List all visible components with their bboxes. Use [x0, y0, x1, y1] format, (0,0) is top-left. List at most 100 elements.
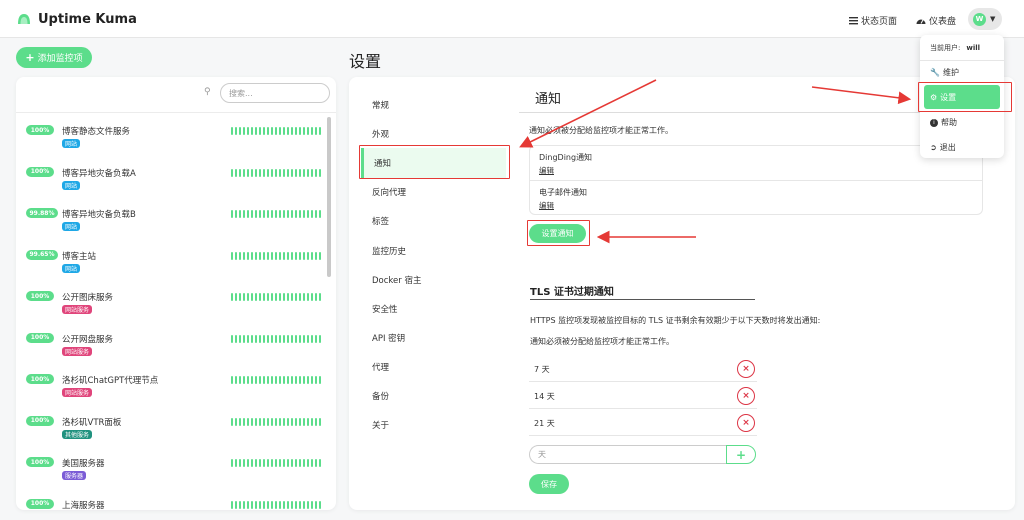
tachometer-icon	[916, 19, 926, 24]
search-icon: ⚲	[204, 87, 211, 97]
uptime-badge: 99.88%	[26, 208, 58, 218]
tls-day-row: 21 天 ×	[529, 410, 757, 436]
heartbeat-bar	[231, 210, 321, 218]
tls-day-row: 7 天 ×	[529, 356, 757, 382]
heartbeat-bar	[231, 500, 321, 509]
settings-menu-item[interactable]: 通知	[374, 157, 391, 169]
plus-icon: +	[25, 51, 35, 64]
list-item[interactable]: 99.88% 博客异地灾备负载B 网站	[16, 198, 326, 240]
monitor-tag: 其他服务	[62, 429, 93, 439]
uptime-kuma-logo-icon[interactable]	[16, 11, 32, 27]
settings-menu-item[interactable]: 备份	[372, 390, 389, 402]
settings-menu-item[interactable]: 关于	[372, 419, 389, 431]
dashboard-label: 仪表盘	[929, 17, 957, 27]
tls-day-value: 7 天	[534, 365, 550, 374]
status-page-link[interactable]: 状态页面	[849, 14, 897, 27]
dashboard-link[interactable]: 仪表盘	[916, 14, 956, 27]
logout-icon: ➲	[930, 143, 937, 152]
settings-menu-item[interactable]: 标签	[372, 215, 389, 227]
heartbeat-bar	[231, 127, 321, 135]
scrollbar[interactable]	[327, 117, 331, 277]
page-title: 设置	[349, 52, 382, 71]
caret-down-icon: ▼	[990, 15, 996, 23]
monitor-list-panel: ⚲ 搜索... 100% 博客静态文件服务 网站 100% 博客异地灾备负载A 网站 99.…	[16, 77, 336, 510]
add-monitor-button[interactable]: + 添加监控项	[16, 47, 92, 68]
search-input[interactable]: 搜索...	[220, 83, 330, 103]
settings-menu-item[interactable]: 监控历史	[372, 245, 406, 257]
heartbeat-bar	[231, 334, 321, 343]
gear-icon: ⚙	[930, 93, 938, 102]
monitor-tag: 网站服务	[62, 305, 93, 314]
monitor-list: 100% 博客静态文件服务 网站 100% 博客异地灾备负载A 网站 99.88% 博客异地灾…	[16, 115, 326, 510]
list-icon	[849, 17, 858, 25]
remove-day-button[interactable]: ×	[737, 414, 755, 432]
wrench-icon: 🔧	[930, 68, 940, 77]
add-day-button[interactable]: +	[726, 445, 756, 464]
menu-item-help[interactable]: i 帮助	[930, 117, 957, 128]
brand-title[interactable]: Uptime Kuma	[38, 12, 137, 27]
divider	[920, 60, 1004, 61]
remove-day-button[interactable]: ×	[737, 360, 755, 378]
user-menu-toggle[interactable]: W ▼	[968, 8, 1002, 30]
monitor-tag: 网站服务	[62, 346, 93, 356]
monitor-name: 博客主站	[62, 251, 97, 262]
monitor-name: 洛杉矶VTR面板	[62, 417, 122, 428]
tls-day-input[interactable]: 天	[529, 445, 727, 464]
list-item[interactable]: 100% 公开网盘服务 网站服务	[16, 323, 326, 365]
notifications-heading: 通知	[519, 85, 984, 113]
heartbeat-bar	[231, 293, 321, 301]
menu-item-settings[interactable]: ⚙ 设置	[930, 92, 956, 103]
monitor-tag: 网站	[62, 139, 81, 148]
settings-menu-item[interactable]: 外观	[372, 128, 389, 140]
edit-link[interactable]: 编辑	[539, 200, 554, 211]
list-item[interactable]: 99.65% 博客主站 网站	[16, 240, 326, 282]
menu-item-logout[interactable]: ➲ 退出	[930, 142, 956, 153]
heartbeat-bar	[231, 168, 321, 177]
tls-day-value: 21 天	[534, 419, 555, 428]
settings-menu-item[interactable]: 安全性	[372, 303, 398, 315]
tls-expiry-heading: TLS 证书过期通知	[530, 283, 755, 300]
list-item[interactable]: 100% 博客异地灾备负载A 网站	[16, 157, 326, 199]
list-item: DingDing通知 编辑	[530, 146, 982, 180]
uptime-badge: 99.65%	[26, 249, 58, 260]
settings-menu-item[interactable]: 代理	[372, 361, 389, 373]
list-item[interactable]: 100% 洛杉矶ChatGPT代理节点 网站服务	[16, 364, 326, 406]
save-button[interactable]: 保存	[529, 474, 569, 494]
monitor-name: 公开网盘服务	[62, 334, 114, 345]
menu-item-maintenance[interactable]: 🔧 维护	[930, 67, 959, 78]
tls-description: HTTPS 监控项发现被监控目标的 TLS 证书剩余有效期少于以下天数时将发出通…	[530, 316, 821, 325]
status-page-label: 状态页面	[861, 17, 898, 27]
settings-menu-item[interactable]: API 密钥	[372, 332, 405, 344]
monitor-tag: 网站服务	[62, 388, 93, 397]
monitor-name: 博客异地灾备负载A	[62, 168, 136, 179]
settings-menu-item[interactable]: 反向代理	[372, 186, 406, 198]
list-item[interactable]: 100% 美国服务器 服务器	[16, 447, 326, 489]
monitor-tag: 网站	[62, 263, 81, 273]
notification-name: DingDing通知	[539, 153, 593, 162]
monitor-name: 洛杉矶ChatGPT代理节点	[62, 376, 159, 386]
monitor-name: 博客静态文件服务	[62, 127, 131, 137]
avatar: W	[973, 12, 986, 26]
list-item[interactable]: 100% 博客静态文件服务 网站	[16, 115, 326, 157]
settings-menu-item[interactable]: Docker 宿主	[372, 274, 421, 286]
monitor-name: 博客异地灾备负载B	[62, 210, 136, 220]
current-user: 当前用户: will	[930, 44, 981, 52]
settings-menu-item[interactable]: 常规	[372, 99, 389, 111]
monitor-name: 公开图床服务	[62, 293, 114, 303]
setup-notification-button[interactable]: 设置通知	[529, 224, 586, 243]
list-item[interactable]: 100% 公开图床服务 网站服务	[16, 281, 326, 323]
edit-link[interactable]: 编辑	[539, 165, 554, 176]
uptime-badge: 100%	[26, 166, 54, 177]
list-item[interactable]: 100% 上海服务器	[16, 489, 326, 511]
settings-panel: 常规 外观 通知 反向代理 标签 监控历史 Docker 宿主 安全性 API 密钥 代理 备份 关于…	[349, 77, 1015, 510]
uptime-badge: 100%	[26, 291, 54, 301]
add-monitor-label: 添加监控项	[37, 54, 83, 64]
heartbeat-bar	[231, 459, 321, 467]
monitor-tag: 网站	[62, 180, 81, 190]
list-item[interactable]: 100% 洛杉矶VTR面板 其他服务	[16, 406, 326, 448]
uptime-badge: 100%	[26, 457, 54, 467]
tls-note: 通知必须被分配给监控项才能正常工作。	[530, 337, 674, 346]
divider	[16, 112, 336, 113]
remove-day-button[interactable]: ×	[737, 387, 755, 405]
monitor-name: 上海服务器	[62, 500, 105, 511]
